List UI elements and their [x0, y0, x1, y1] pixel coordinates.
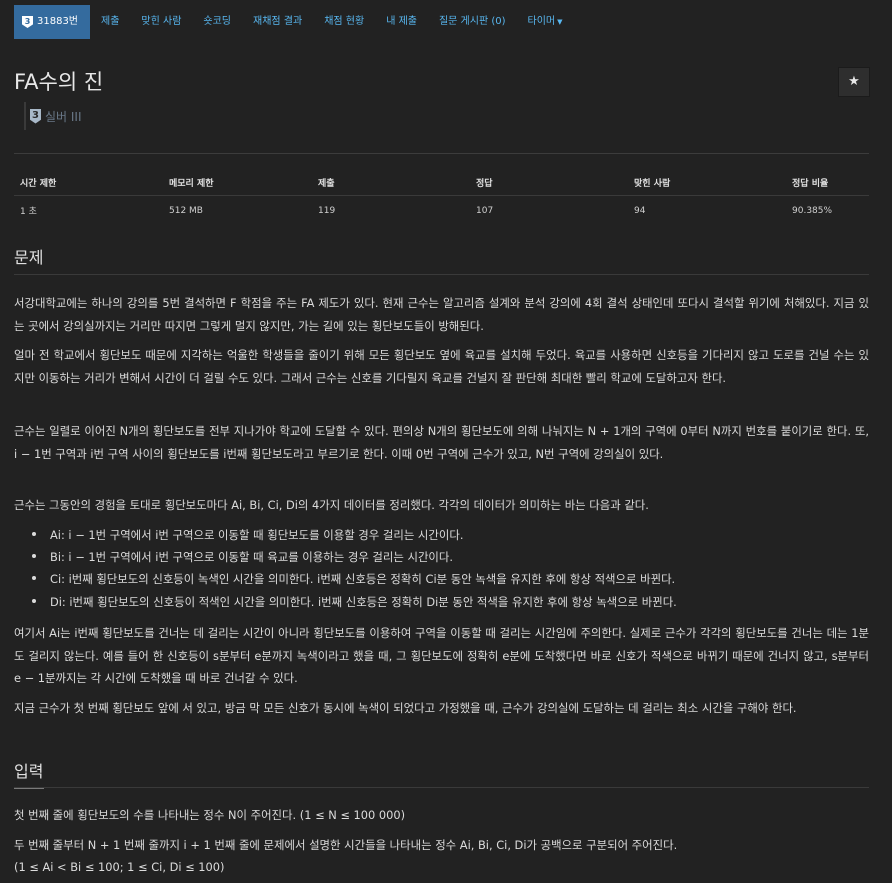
memory-limit-value: 512 MB	[169, 205, 203, 216]
silver-tier-icon: 3	[30, 108, 41, 124]
input-line-3: (1 ≤ Ai < Bi ≤ 100; 1 ≤ Ci, Di ≤ 100)	[14, 860, 225, 874]
time-limit-value: 1 초	[20, 207, 37, 217]
bullet	[32, 576, 36, 580]
header-accepted-users: 맞힌 사람	[628, 170, 786, 196]
header-memory-limit: 메모리 제한	[163, 170, 312, 196]
input-line-1: 첫 번째 줄에 횡단보도의 수를 나타내는 정수 N이 주어진다. (1 ≤ N…	[14, 808, 406, 822]
submissions-value: 119	[318, 205, 336, 216]
info-row: 1 초 512 MB 119 107 94 90.385%	[14, 196, 869, 226]
tab-short-coding[interactable]: 숏코딩	[192, 5, 242, 39]
tab-my-submissions[interactable]: 내 제출	[375, 5, 428, 39]
problem-paragraph-4: 근수는 그동안의 경험을 토대로 횡단보도마다 Ai, Bi, Ci, Di의 …	[14, 498, 649, 512]
section-problem-heading: 문제	[14, 244, 44, 275]
header-submissions: 제출	[312, 170, 470, 196]
problem-paragraph-2: 얼마 전 학교에서 횡단보도 때문에 지각하는 억울한 학생들을 줄이기 위해 …	[14, 348, 869, 385]
list-item-text: Ci: i번째 횡단보도의 신호등이 녹색인 시간을 의미한다. i번째 신호등…	[50, 572, 676, 586]
problem-title: FA수의 진	[14, 70, 104, 94]
tab-submit[interactable]: 제출	[90, 5, 130, 39]
section-problem-title: 문제	[14, 248, 44, 267]
bullet	[32, 599, 36, 603]
tab-problem[interactable]: 3 31883번	[14, 5, 91, 39]
info-header-row: 시간 제한 메모리 제한 제출 정답 맞힌 사람 정답 비율	[14, 170, 869, 196]
list-item: Bi: i − 1번 구역에서 i번 구역으로 이동할 때 육교를 이용하는 경…	[32, 546, 867, 568]
list-item: Di: i번째 횡단보도의 신호등이 적색인 시간을 의미한다. i번째 신호등…	[32, 591, 867, 613]
tier-text: 실버 III	[45, 109, 82, 124]
input-line-2: 두 번째 줄부터 N + 1 번째 줄까지 i + 1 번째 줄에 문제에서 설…	[14, 838, 678, 852]
problem-paragraph-6: 지금 근수가 첫 번째 횡단보도 앞에 서 있고, 방금 막 모든 신호가 동시…	[14, 701, 797, 715]
divider	[14, 153, 869, 154]
problem-paragraph-5: 여기서 Ai는 i번째 횡단보도를 건너는 데 걸리는 시간이 아니라 횡단보도…	[14, 626, 869, 685]
problem-paragraph-3: 근수는 일렬로 이어진 N개의 횡단보도를 전부 지나가야 학교에 도달할 수 …	[14, 424, 869, 461]
header-ratio: 정답 비율	[786, 170, 869, 196]
tab-rejudge[interactable]: 재채점 결과	[242, 5, 313, 39]
ratio-value: 90.385%	[792, 205, 833, 216]
list-item-text: Di: i번째 횡단보도의 신호등이 적색인 시간을 의미한다. i번째 신호등…	[50, 595, 677, 609]
caret-down-icon: ▼	[557, 18, 563, 26]
section-input-title: 입력	[14, 762, 44, 781]
header-accepted: 정답	[470, 170, 628, 196]
list-item: Ci: i번째 횡단보도의 신호등이 녹색인 시간을 의미한다. i번째 신호등…	[32, 568, 867, 590]
tab-status[interactable]: 채점 현황	[313, 5, 375, 39]
tier-badge-icon: 3	[22, 16, 33, 28]
section-divider	[14, 787, 869, 788]
bullet	[32, 554, 36, 558]
section-divider	[14, 274, 869, 275]
bullet	[32, 532, 36, 536]
star-button[interactable]: ★	[838, 67, 870, 97]
list-item-text: Ai: i − 1번 구역에서 i번 구역으로 이동할 때 횡단보도를 이용할 …	[50, 528, 464, 542]
star-icon: ★	[848, 74, 860, 89]
tier-label: 3 실버 III	[24, 102, 82, 130]
accepted-users-value: 94	[634, 205, 646, 216]
problem-number: 31883번	[37, 16, 79, 27]
problem-paragraph-1: 서강대학교에는 하나의 강의를 5번 결석하면 F 학점을 주는 FA 제도가 …	[14, 296, 869, 333]
problem-info-table: 시간 제한 메모리 제한 제출 정답 맞힌 사람 정답 비율 1 초 512 M…	[14, 170, 869, 225]
accepted-value: 107	[476, 205, 494, 216]
tab-timer[interactable]: 타이머 ▼	[517, 5, 574, 39]
tab-accepted-users[interactable]: 맞힌 사람	[130, 5, 192, 39]
heading-underline	[14, 788, 44, 789]
section-input-heading: 입력	[14, 758, 44, 789]
tab-qna-board[interactable]: 질문 게시판 (0)	[428, 5, 517, 39]
problem-nav: 3 31883번 제출 맞힌 사람 숏코딩 재채점 결과 채점 현황 내 제출 …	[14, 5, 574, 39]
timer-label: 타이머	[527, 16, 556, 27]
list-item-text: Bi: i − 1번 구역에서 i번 구역으로 이동할 때 육교를 이용하는 경…	[50, 550, 454, 564]
list-item: Ai: i − 1번 구역에서 i번 구역으로 이동할 때 횡단보도를 이용할 …	[32, 524, 867, 546]
header-time-limit: 시간 제한	[14, 170, 163, 196]
